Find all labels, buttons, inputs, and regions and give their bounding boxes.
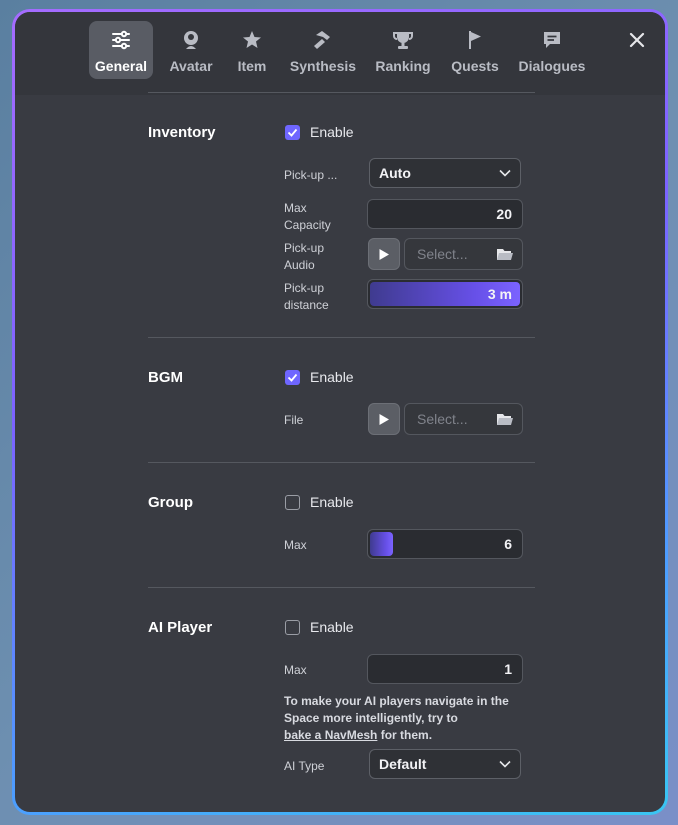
max-capacity-label: Max Capacity [284, 200, 331, 234]
inventory-enable-checkbox[interactable]: Enable [285, 124, 354, 140]
flag-icon [469, 31, 481, 49]
tab-bar: General Avatar Item Synthesis Ranking Qu… [15, 12, 665, 95]
tab-label: Ranking [375, 58, 431, 74]
hammer-icon [314, 31, 330, 49]
hint-tail: for them. [377, 728, 433, 742]
enable-label: Enable [310, 494, 354, 510]
tab-synthesis[interactable]: Synthesis [283, 21, 363, 79]
checkbox-checked[interactable] [285, 124, 300, 140]
checkmark-icon [287, 373, 298, 382]
tab-label: Quests [451, 58, 499, 74]
tab-ranking[interactable]: Ranking [369, 21, 437, 79]
settings-panel: General Avatar Item Synthesis Ranking Qu… [15, 12, 665, 812]
pickup-distance-label: Pick-up distance [284, 280, 329, 314]
divider [148, 337, 535, 338]
section-title-inventory: Inventory [148, 124, 216, 141]
label-line: Pick-up [284, 241, 325, 255]
trophy-icon [393, 32, 413, 49]
ai-type-label: AI Type [284, 759, 325, 773]
pickup-audio-label: Pick-up Audio [284, 240, 324, 274]
item-icon [243, 31, 261, 48]
enable-label: Enable [310, 124, 354, 140]
tab-quests[interactable]: Quests [445, 21, 505, 79]
checkmark-icon [287, 128, 298, 137]
tab-label: Dialogues [518, 58, 586, 74]
divider [148, 92, 535, 93]
section-title-group: Group [148, 494, 193, 511]
label-line: Max [284, 201, 307, 215]
checkbox-unchecked[interactable] [285, 619, 300, 635]
play-icon [379, 248, 389, 260]
play-icon [379, 413, 389, 425]
close-icon[interactable] [627, 30, 647, 50]
section-title-bgm: BGM [148, 369, 183, 386]
group-max-value: 6 [504, 536, 512, 552]
chevron-down-icon [499, 169, 511, 177]
sliders-icon [112, 30, 130, 50]
folder-icon [497, 414, 513, 425]
ai-max-value: 1 [504, 661, 512, 677]
divider [148, 587, 535, 588]
hint-line: Space more intelligently, try to [284, 711, 458, 725]
max-capacity-value: 20 [496, 206, 512, 222]
chevron-down-icon [499, 760, 511, 768]
tab-label: Item [237, 58, 267, 74]
pickup-mode-dropdown[interactable]: Auto [369, 158, 521, 188]
pickup-distance-value: 3 m [487, 286, 512, 302]
label-line: Capacity [284, 218, 331, 232]
checkbox-unchecked[interactable] [285, 494, 300, 510]
file-placeholder: Select... [417, 411, 468, 427]
tab-general[interactable]: General [89, 21, 153, 79]
pickup-audio-play-button[interactable] [368, 238, 400, 270]
pickup-mode-value: Auto [379, 165, 411, 181]
slider-fill [370, 532, 393, 556]
tab-avatar[interactable]: Avatar [161, 21, 221, 79]
file-placeholder: Select... [417, 246, 468, 262]
group-max-slider[interactable]: 6 [367, 529, 523, 559]
enable-label: Enable [310, 619, 354, 635]
ai-player-enable-checkbox[interactable]: Enable [285, 619, 354, 635]
bgm-play-button[interactable] [368, 403, 400, 435]
tab-dialogues[interactable]: Dialogues [513, 21, 591, 79]
pickup-distance-slider[interactable]: 3 m [367, 279, 523, 309]
ai-type-dropdown[interactable]: Default [369, 749, 521, 779]
label-line: Audio [284, 258, 315, 272]
bgm-file-select[interactable]: Select... [404, 403, 523, 435]
divider [148, 462, 535, 463]
group-enable-checkbox[interactable]: Enable [285, 494, 354, 510]
tab-label: General [94, 58, 148, 74]
chat-icon [544, 32, 560, 48]
pickup-mode-label: Pick-up ... [284, 168, 338, 182]
settings-window-border: General Avatar Item Synthesis Ranking Qu… [12, 9, 668, 815]
ai-max-input[interactable]: 1 [367, 654, 523, 684]
section-title-ai-player: AI Player [148, 619, 213, 636]
hint-line: bake a NavMesh for them. [284, 727, 524, 744]
pickup-audio-file-select[interactable]: Select... [404, 238, 523, 270]
bgm-file-label: File [284, 413, 304, 427]
group-max-label: Max [284, 538, 307, 552]
max-capacity-input[interactable]: 20 [367, 199, 523, 229]
enable-label: Enable [310, 369, 354, 385]
label-line: Pick-up [284, 281, 325, 295]
ai-type-value: Default [379, 756, 427, 772]
tab-label: Avatar [169, 58, 213, 74]
bake-navmesh-link[interactable]: bake a NavMesh [284, 728, 377, 742]
bgm-enable-checkbox[interactable]: Enable [285, 369, 354, 385]
ai-max-label: Max [284, 663, 307, 677]
avatar-icon [184, 31, 198, 49]
tab-label: Synthesis [289, 58, 357, 74]
hint-line: To make your AI players navigate in the [284, 694, 509, 708]
navmesh-hint: To make your AI players navigate in the … [284, 693, 524, 744]
checkbox-checked[interactable] [285, 369, 300, 385]
label-line: distance [284, 298, 329, 312]
tab-item[interactable]: Item [227, 21, 277, 79]
folder-icon [497, 249, 513, 260]
